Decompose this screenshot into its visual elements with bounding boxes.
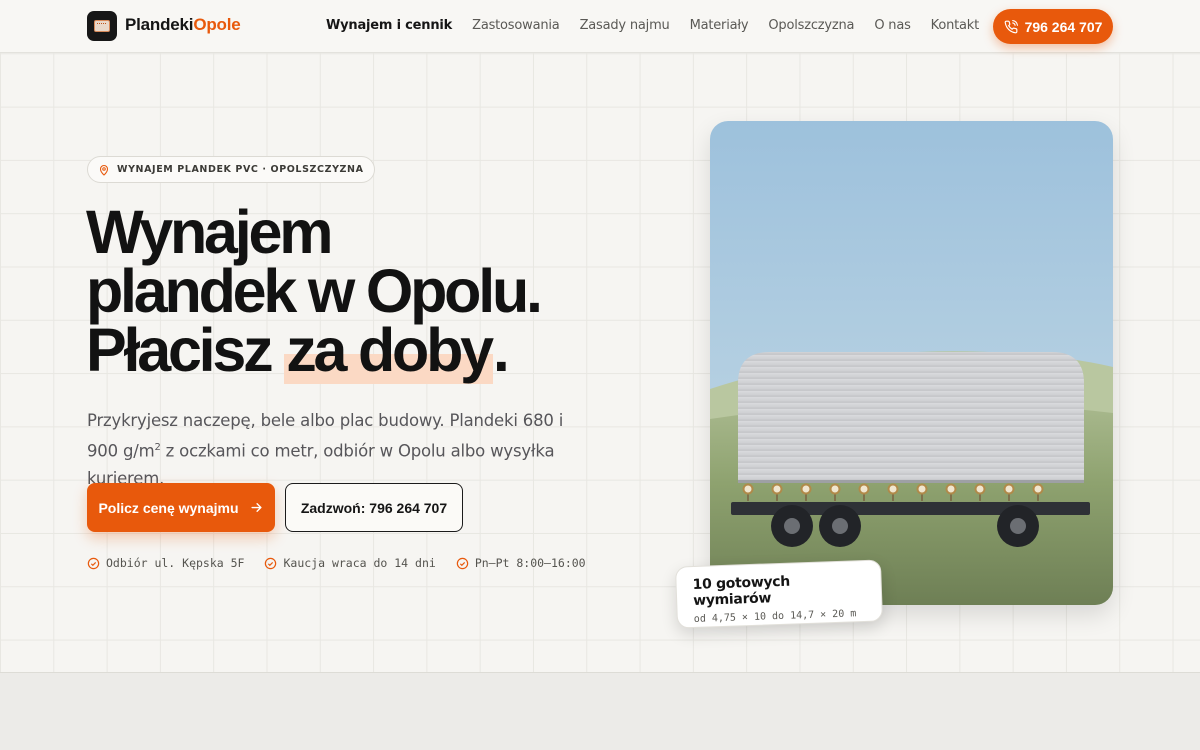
feature-label: Pn–Pt 8:00–16:00 (474, 556, 586, 570)
headline-line-1: Wynajem (86, 198, 333, 266)
brand-part-1: Plandeki (125, 15, 194, 34)
sizes-range: od 4,75 × 10 do 14,7 × 20 m (693, 608, 857, 625)
nav-item-wynajem[interactable]: Wynajem i cennik (326, 18, 452, 33)
header-call-label: 796 264 707 (1024, 18, 1103, 35)
feature-item-hours: Pn–Pt 8:00–16:00 (456, 556, 586, 570)
headline-line-3-start: Płacisz (86, 316, 285, 384)
call-button[interactable]: Zadzwoń: 796 264 707 (285, 483, 463, 532)
feature-label: Kaucja wraca do 14 dni (283, 556, 436, 570)
feature-item-pickup: Odbiór ul. Kępska 5F (87, 556, 244, 570)
trailer-illustration (710, 121, 1113, 605)
nav-item-zasady[interactable]: Zasady najmu (580, 18, 670, 33)
map-pin-icon (99, 164, 109, 176)
nav-item-materialy[interactable]: Materiały (690, 18, 749, 33)
headline-highlight: za doby (284, 316, 494, 384)
arrow-right-icon (250, 503, 262, 512)
hero-description: Przykryjesz naczepę, bele albo plac budo… (87, 407, 587, 492)
sizes-title: 10 gotowych wymiarów (692, 573, 791, 609)
next-section (0, 673, 1200, 750)
nav-item-o-nas[interactable]: O nas (874, 18, 911, 33)
page-title: Wynajem plandek w Opolu. Płacisz za doby… (86, 198, 646, 384)
feature-list: Odbiór ul. Kępska 5F Kaucja wraca do 14 … (87, 556, 586, 570)
check-circle-icon (87, 557, 100, 569)
nav-item-opolszczyzna[interactable]: Opolszczyzna (768, 18, 854, 33)
headline-line-2: plandek w Opolu. (86, 257, 543, 325)
feature-label: Odbiór ul. Kępska 5F (106, 556, 245, 570)
nav-item-kontakt[interactable]: Kontakt (931, 18, 980, 33)
logo-icon[interactable] (87, 11, 117, 41)
check-circle-icon (456, 557, 469, 569)
main-nav: Wynajem i cennik Zastosowania Zasady naj… (326, 18, 999, 33)
price-calculator-label: Policz cenę wynajmu (98, 499, 239, 516)
brand-part-2: Opole (193, 15, 241, 34)
location-badge: WYNAJEM PLANDEK PVC · OPOLSZCZYZNA (87, 156, 375, 183)
brand-name[interactable]: PlandekiOpole (125, 15, 241, 35)
trailer-scene (710, 121, 1113, 605)
site-header: PlandekiOpole Wynajem i cennik Zastosowa… (0, 0, 1200, 53)
header-call-button[interactable]: 796 264 707 (993, 9, 1113, 44)
sizes-card: 10 gotowych wymiarów od 4,75 × 10 do 14,… (674, 559, 884, 629)
check-circle-icon (265, 557, 277, 569)
nav-item-zastosowania[interactable]: Zastosowania (472, 18, 560, 33)
badge-label: WYNAJEM PLANDEK PVC · OPOLSZCZYZNA (117, 164, 364, 175)
headline-line-3-end: . (492, 316, 510, 384)
call-button-label: Zadzwoń: 796 264 707 (300, 499, 448, 516)
feature-item-deposit: Kaucja wraca do 14 dni (264, 556, 436, 570)
headline-line-3: Płacisz za doby. (86, 316, 646, 384)
price-calculator-button[interactable]: Policz cenę wynajmu (87, 483, 275, 532)
phone-icon (1004, 19, 1018, 33)
